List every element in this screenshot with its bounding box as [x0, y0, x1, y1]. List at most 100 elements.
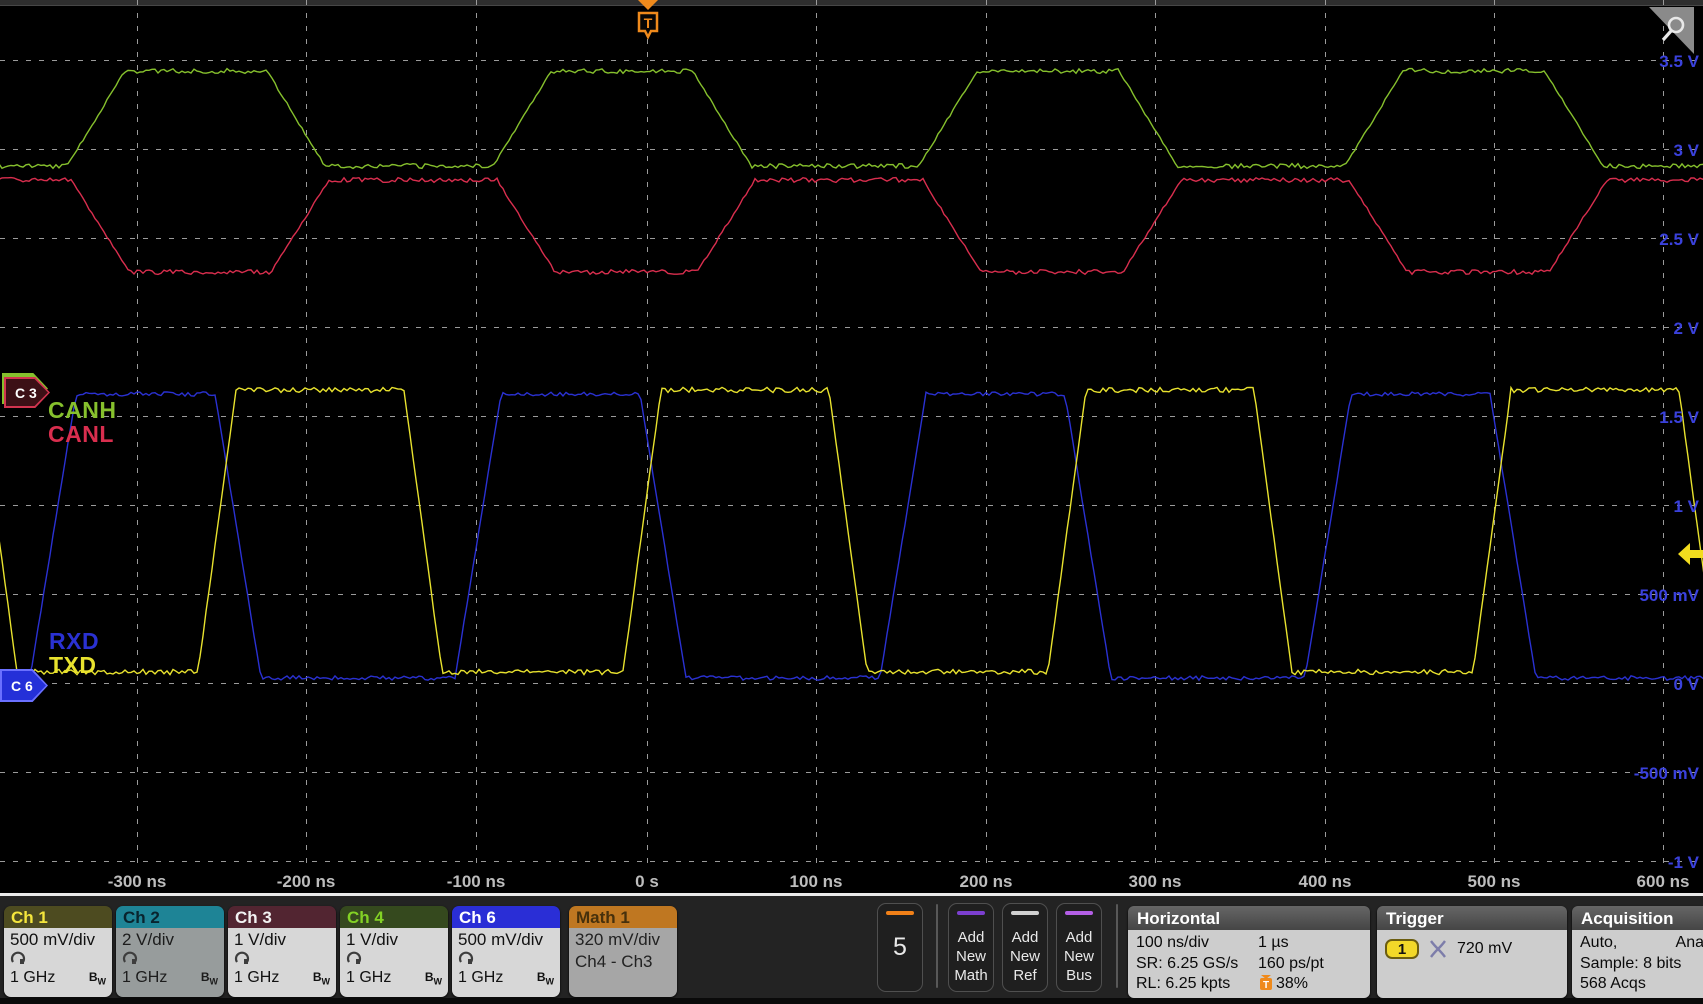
bw-limit-badge: BW [89, 970, 106, 988]
probe-icon [346, 951, 362, 965]
bw-limit-badge: BW [425, 970, 442, 988]
time-axis-label: 100 ns [790, 872, 843, 891]
divider [936, 904, 938, 988]
ch1-title: Ch 1 [4, 906, 112, 928]
horizontal-title: Horizontal [1128, 906, 1370, 930]
horizontal-trigger-position: 38% [1276, 975, 1308, 992]
ch4-bandwidth: 1 GHz [346, 968, 391, 988]
ch2-title: Ch 2 [116, 906, 224, 928]
magnifier-handle [1663, 31, 1671, 40]
acquisition-mode-right: Ana [1676, 933, 1703, 954]
channel-badge-ch2[interactable]: Ch 2 2 V/div 1 GHz BW [116, 906, 224, 997]
trigger-title: Trigger [1377, 906, 1567, 930]
math1-badge[interactable]: Math 1 320 mV/div Ch4 - Ch3 [569, 906, 677, 997]
bw-limit-badge: BW [537, 970, 554, 988]
math1-title: Math 1 [569, 906, 677, 928]
horizontal-scale: 100 ns/div [1136, 933, 1258, 954]
horizontal-sample-rate: SR: 6.25 GS/s [1136, 954, 1258, 975]
probe-icon [458, 951, 474, 965]
time-axis-label: -200 ns [277, 872, 336, 891]
bw-limit-badge: BW [313, 970, 330, 988]
waveform-display: -300 ns -200 ns -100 ns 0 s 100 ns 200 ns 300 … [0, 0, 1703, 893]
voltage-axis-label: 1.5 V [1659, 408, 1699, 427]
channel-badge-ch3[interactable]: Ch 3 1 V/div 1 GHz BW [228, 906, 336, 997]
divider [1116, 904, 1118, 988]
svg-text:T: T [1263, 980, 1269, 991]
rxd-trace-label: RXD [49, 629, 99, 653]
oscilloscope-screen: -300 ns -200 ns -100 ns 0 s 100 ns 200 ns 300 … [0, 0, 1703, 1004]
trigger-level-arrow[interactable] [1678, 543, 1703, 570]
horizontal-record-length: RL: 6.25 kpts [1136, 974, 1258, 995]
voltage-axis-label: 2.5 V [1659, 230, 1699, 249]
time-axis-label: 200 ns [960, 872, 1013, 891]
ch6-bandwidth: 1 GHz [458, 968, 503, 988]
channel-badge-ch1[interactable]: Ch 1 500 mV/div 1 GHz BW [4, 906, 112, 997]
probe-icon [122, 951, 138, 965]
ch2-bandwidth: 1 GHz [122, 968, 167, 988]
add-new-ref-button[interactable]: Add New Ref [1002, 903, 1048, 992]
acquisition-mode: Auto, [1580, 933, 1617, 954]
voltage-axis-label: -500 mV [1634, 764, 1700, 783]
add-new-bus-button[interactable]: Add New Bus [1056, 903, 1102, 992]
canl-trace-label: CANL [48, 422, 114, 446]
time-axis-label: 600 ns [1637, 872, 1690, 891]
add-math-label: Add New Math [949, 928, 993, 985]
add-math-accent [957, 911, 985, 915]
bw-limit-badge: BW [201, 970, 218, 988]
add-ref-accent [1011, 911, 1039, 915]
trigger-source-badge: 1 [1385, 939, 1419, 959]
edge-trigger-icon [1428, 939, 1448, 959]
time-axis-label: -300 ns [108, 872, 167, 891]
probe-icon [234, 951, 250, 965]
ch1-bandwidth: 1 GHz [10, 968, 55, 988]
trigger-level-value: 720 mV [1457, 940, 1512, 958]
ch3-bandwidth: 1 GHz [234, 968, 279, 988]
voltage-axis-label: 2 V [1673, 319, 1699, 338]
probe-icon [10, 951, 26, 965]
voltage-axis-label: 0 V [1673, 675, 1699, 694]
add-ref-label: Add New Ref [1003, 928, 1047, 985]
trigger-t-letter: T [644, 15, 653, 31]
math1-scale: 320 mV/div [575, 929, 671, 951]
ch6-title: Ch 6 [452, 906, 560, 928]
acquisition-panel[interactable]: Acquisition Auto, Ana Sample: 8 bits 568… [1572, 906, 1703, 998]
add-bus-accent [1065, 911, 1093, 915]
time-axis-label: -100 ns [447, 872, 506, 891]
horizontal-panel[interactable]: Horizontal 100 ns/div 1 µs SR: 6.25 GS/s… [1128, 906, 1370, 998]
add-bus-label: Add New Bus [1057, 928, 1101, 985]
bottom-control-bar: Ch 1 500 mV/div 1 GHz BW Ch 2 2 V/div 1 … [0, 893, 1703, 1004]
add-new-math-button[interactable]: Add New Math [948, 903, 994, 992]
channel-badge-ch6[interactable]: Ch 6 500 mV/div 1 GHz BW [452, 906, 560, 997]
trigger-level-arrow-icon [1678, 543, 1703, 565]
ch2-scale: 2 V/div [122, 929, 218, 951]
horizontal-window: 1 µs [1258, 933, 1362, 954]
ch4-title: Ch 4 [340, 906, 448, 928]
acquisition-count: 568 Acqs [1580, 974, 1703, 995]
time-axis-label: 300 ns [1129, 872, 1182, 891]
trigger-panel[interactable]: Trigger 1 720 mV [1377, 906, 1567, 998]
ch3-scale: 1 V/div [234, 929, 330, 951]
canh-trace-label: CANH [48, 398, 116, 422]
time-axis-label: 0 s [635, 872, 659, 891]
wave-count-button[interactable]: 5 [877, 903, 923, 992]
voltage-axis-label: 1 V [1673, 497, 1699, 516]
ch3-title: Ch 3 [228, 906, 336, 928]
zoom-corner-control[interactable] [1649, 7, 1695, 60]
trigger-arrow-icon [638, 0, 658, 10]
trigger-position-icon: T [1258, 975, 1273, 991]
txd-trace-label: TXD [49, 653, 97, 677]
bar-bottom-edge [0, 998, 1703, 1004]
acquisition-sample: Sample: 8 bits [1580, 954, 1703, 975]
wave-count-label: 5 [878, 938, 922, 957]
voltage-axis-label: 3 V [1673, 141, 1699, 160]
voltage-axis-label: -1 V [1668, 853, 1700, 872]
channel-badge-ch4[interactable]: Ch 4 1 V/div 1 GHz BW [340, 906, 448, 997]
time-axis-label: 500 ns [1468, 872, 1521, 891]
math1-expression: Ch4 - Ch3 [575, 951, 671, 973]
acquisition-title: Acquisition [1572, 906, 1703, 930]
trigger-position-marker[interactable]: T [634, 0, 662, 51]
ch6-scale: 500 mV/div [458, 929, 554, 951]
time-axis-label: 400 ns [1299, 872, 1352, 891]
wave-count-accent [886, 911, 914, 915]
ch1-scale: 500 mV/div [10, 929, 106, 951]
